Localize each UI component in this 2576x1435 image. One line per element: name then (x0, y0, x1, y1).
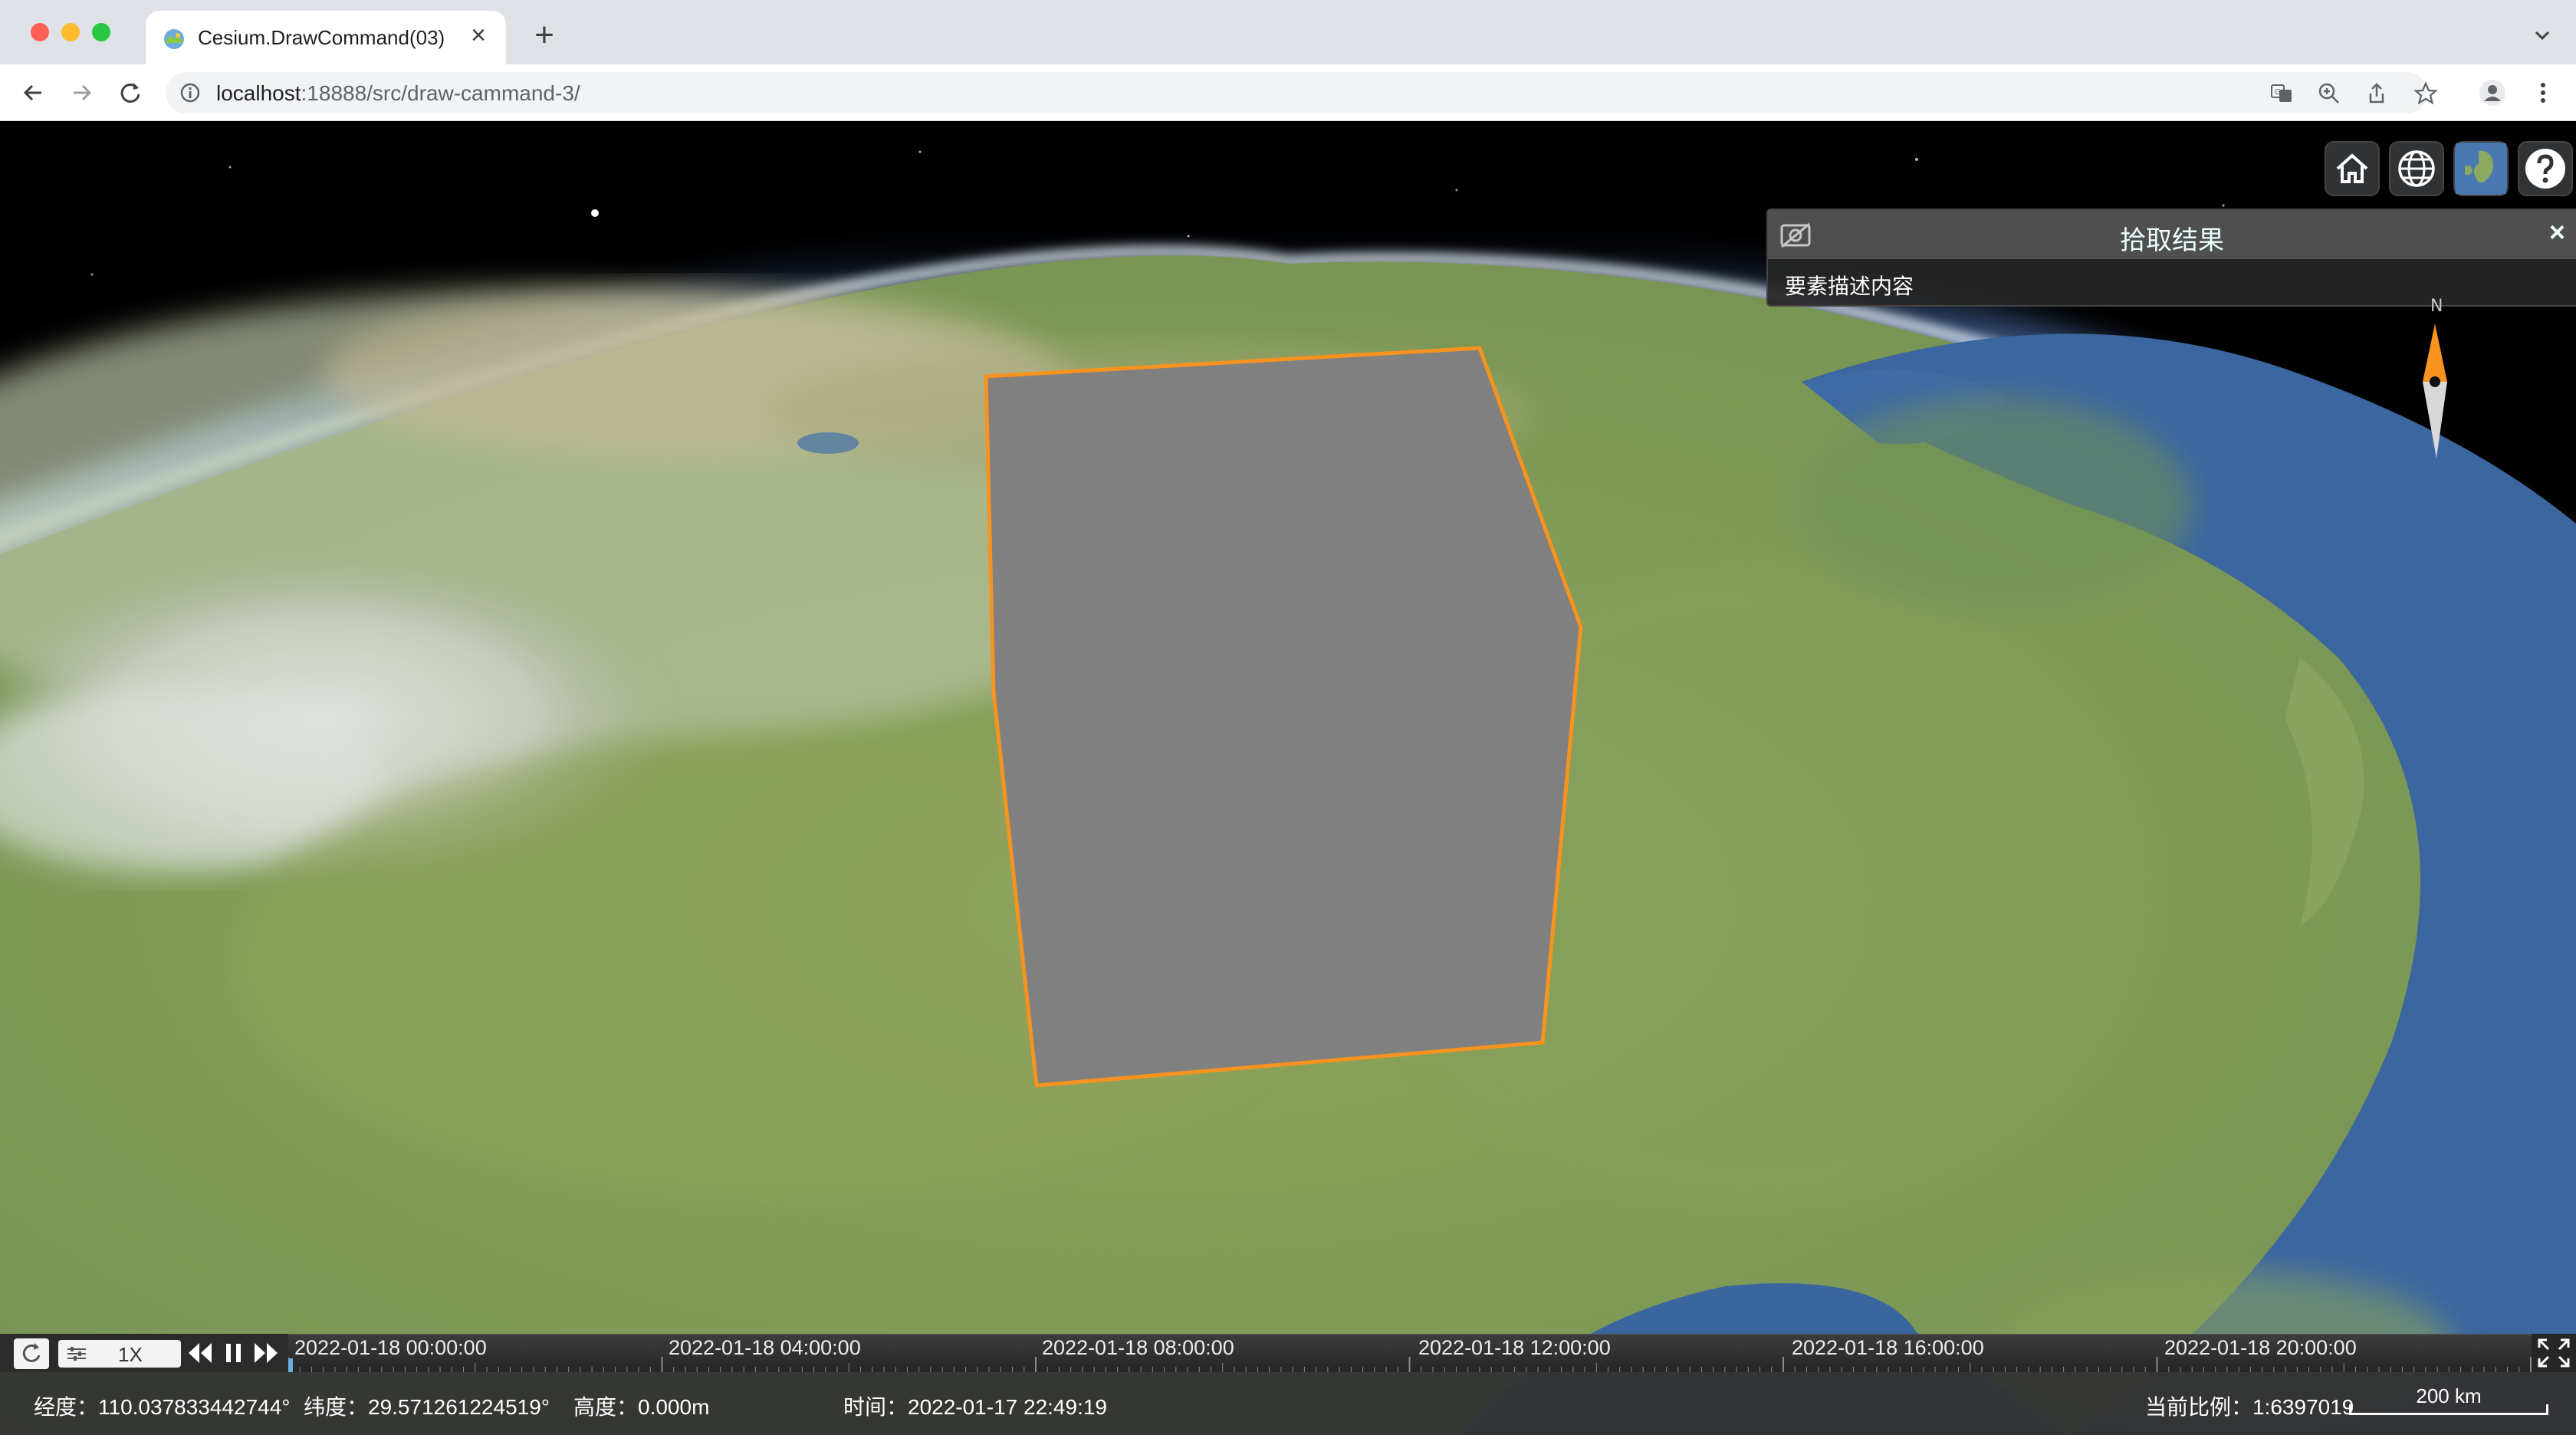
infobox-close-icon[interactable]: × (2549, 216, 2565, 248)
home-button[interactable] (2325, 141, 2380, 196)
height-readout: 高度：0.000m (573, 1395, 710, 1419)
new-tab-button[interactable]: + (529, 18, 560, 52)
draw-command-box[interactable] (984, 346, 1583, 1088)
timeline[interactable]: 2022-01-18 00:00:00 2022-01-18 04:00:00 … (288, 1334, 2532, 1372)
globe-icon (2398, 150, 2435, 187)
fullscreen-button[interactable] (2532, 1334, 2576, 1372)
browser-tab-active[interactable]: Cesium.DrawCommand(03) × (146, 11, 506, 64)
browser-menu-icon[interactable] (2528, 78, 2558, 107)
browser-tab-strip: Cesium.DrawCommand(03) × + (0, 0, 2576, 64)
reset-icon (22, 1343, 41, 1362)
infobox-description: 要素描述内容 (1785, 274, 1914, 298)
pause-icon[interactable] (222, 1340, 245, 1366)
window-zoom-button[interactable] (92, 23, 110, 41)
reset-time-button[interactable] (14, 1338, 49, 1369)
bookmark-star-icon[interactable] (2413, 81, 2438, 106)
site-info-icon[interactable] (179, 82, 201, 103)
cesium-favicon-icon (164, 29, 184, 49)
imagery-layer-icon (2456, 143, 2506, 194)
forward-arrow-icon[interactable] (66, 77, 97, 108)
latitude-readout: 纬度：29.571261224519° (304, 1395, 550, 1419)
star (591, 209, 599, 217)
help-icon (2525, 149, 2565, 189)
back-arrow-icon[interactable] (18, 77, 49, 108)
browser-toolbar: localhost:18888/src/draw-cammand-3/ G (0, 64, 2576, 121)
distance-scale-bar: 200 km (2349, 1381, 2548, 1421)
compass-north-label: N (2430, 297, 2443, 316)
scale-readout: 当前比例：1:6397019 (2145, 1395, 2354, 1419)
speed-label: 1X (118, 1343, 143, 1366)
address-bar[interactable]: localhost:18888/src/draw-cammand-3/ G (166, 72, 2438, 113)
pick-result-infobox: 拾取结果 × 要素描述内容 (1766, 209, 2576, 307)
window-minimize-button[interactable] (61, 23, 80, 41)
window-close-button[interactable] (31, 23, 49, 41)
compass-icon[interactable]: N (2400, 297, 2476, 489)
globe-scene[interactable] (0, 121, 2576, 1435)
timeline-needle[interactable] (288, 1358, 293, 1372)
timeline-ticks (288, 1357, 2532, 1372)
scale-bar-line (2349, 1404, 2548, 1415)
share-icon[interactable] (2364, 81, 2389, 106)
profile-avatar-icon[interactable] (2478, 78, 2507, 107)
fast-forward-icon[interactable] (253, 1340, 279, 1366)
tab-close-icon[interactable]: × (465, 21, 492, 49)
url-text[interactable]: localhost:18888/src/draw-cammand-3/ (216, 81, 580, 106)
rewind-icon[interactable] (187, 1340, 213, 1366)
tab-search-chevron-icon[interactable] (2530, 23, 2555, 48)
navigation-help-button[interactable] (2518, 141, 2573, 196)
zoom-icon[interactable] (2317, 81, 2341, 106)
infobox-header: 拾取结果 × (1768, 210, 2576, 259)
speed-settings-icon (67, 1347, 86, 1361)
time-readout: 时间：2022-01-17 22:49:19 (843, 1395, 1107, 1419)
status-bar: 经度：110.037833442744° 纬度：29.571261224519°… (0, 1372, 2576, 1435)
base-layer-picker-button[interactable] (2453, 141, 2509, 196)
longitude-readout: 经度：110.037833442744° (34, 1395, 291, 1419)
infobox-title: 拾取结果 (2120, 226, 2224, 255)
animation-controls: 1X (0, 1334, 288, 1372)
fullscreen-icon (2538, 1338, 2570, 1368)
speed-selector[interactable]: 1X (58, 1340, 181, 1368)
reload-icon[interactable] (115, 77, 146, 108)
scene-mode-button[interactable] (2389, 141, 2444, 196)
cesium-viewer[interactable]: 拾取结果 × 要素描述内容 N 1X 2022-01-18 00:00:00 2… (0, 121, 2576, 1435)
home-icon (2336, 153, 2368, 183)
svg-text:G: G (2275, 88, 2281, 97)
tab-title: Cesium.DrawCommand(03) (198, 26, 445, 49)
translate-icon[interactable]: G (2269, 81, 2294, 106)
